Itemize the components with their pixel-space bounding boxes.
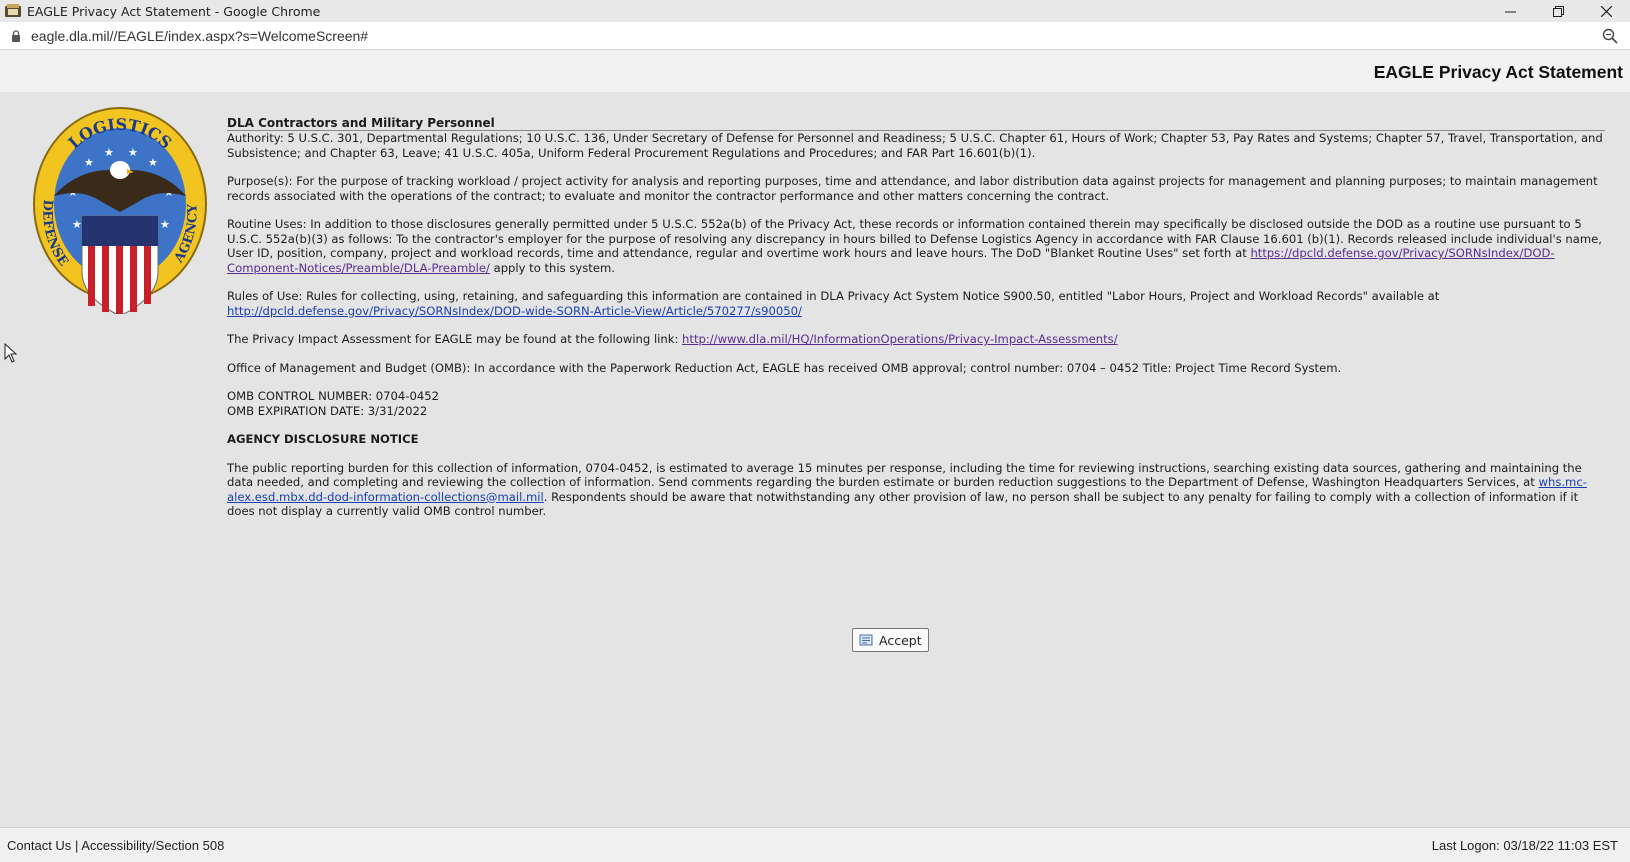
rules-of-use-text: Rules of Use: Rules for collecting, usin… xyxy=(227,289,1440,303)
accept-button[interactable]: Accept xyxy=(852,628,929,652)
url-text[interactable]: eagle.dla.mil//EAGLE/index.aspx?s=Welcom… xyxy=(31,28,368,44)
omb-paragraph: Office of Management and Budget (OMB): I… xyxy=(227,360,1342,375)
omb-expiration-date: OMB EXPIRATION DATE: 3/31/2022 xyxy=(227,403,428,418)
svg-text:★: ★ xyxy=(72,218,82,231)
accept-button-wrap: Accept xyxy=(852,628,929,652)
dla-logo: LOGISTICS DEFENSE AGENCY ★★ ★★ ★★ ★★ xyxy=(33,107,207,314)
pia-text: The Privacy Impact Assessment for EAGLE … xyxy=(227,332,683,346)
svg-text:★: ★ xyxy=(148,156,158,169)
lock-icon xyxy=(12,29,20,42)
svg-text:★: ★ xyxy=(128,146,138,159)
agency-disclosure-title: AGENCY DISCLOSURE NOTICE xyxy=(227,432,419,446)
minimize-button[interactable] xyxy=(1486,0,1534,22)
minimize-icon xyxy=(1504,11,1516,12)
accessibility-link[interactable]: Accessibility/Section 508 xyxy=(81,838,224,853)
address-bar[interactable]: eagle.dla.mil//EAGLE/index.aspx?s=Welcom… xyxy=(0,22,1630,50)
window-controls xyxy=(1486,0,1630,22)
last-logon: Last Logon: 03/18/22 11:03 EST xyxy=(1431,838,1618,853)
close-button[interactable] xyxy=(1582,0,1630,22)
omb-numbers: OMB CONTROL NUMBER: 0704-0452 OMB EXPIRAT… xyxy=(227,389,1605,418)
restore-button[interactable] xyxy=(1534,0,1582,22)
footer-links: Contact Us | Accessibility/Section 508 xyxy=(7,838,224,853)
pia-paragraph: The Privacy Impact Assessment for EAGLE … xyxy=(227,332,1605,347)
authority-paragraph: Authority: 5 U.S.C. 301, Departmental Re… xyxy=(227,131,1603,160)
page-title: EAGLE Privacy Act Statement xyxy=(1373,62,1623,82)
sorn-link[interactable]: http://dpcld.defense.gov/Privacy/SORNsIn… xyxy=(227,304,802,318)
accept-icon xyxy=(859,634,873,646)
mouse-cursor-icon xyxy=(4,343,18,363)
privacy-statement: DLA Contractors and Military Personnel A… xyxy=(227,116,1605,533)
rules-of-use-paragraph: Rules of Use: Rules for collecting, usin… xyxy=(227,289,1605,318)
zoom-icon[interactable] xyxy=(1602,28,1618,44)
footer: Contact Us | Accessibility/Section 508 L… xyxy=(0,827,1630,862)
svg-text:★: ★ xyxy=(104,146,114,159)
close-icon xyxy=(1600,5,1612,17)
section-title: DLA Contractors and Military Personnel xyxy=(227,116,1605,131)
restore-icon xyxy=(1552,5,1564,17)
svg-text:★: ★ xyxy=(84,156,94,169)
footer-separator: | xyxy=(74,838,79,853)
app-icon xyxy=(5,4,21,17)
agency-disclosure-paragraph: The public reporting burden for this col… xyxy=(227,461,1605,519)
omb-control-number: OMB CONTROL NUMBER: 0704-0452 xyxy=(227,389,439,403)
purpose-paragraph: Purpose(s): For the purpose of tracking … xyxy=(227,174,1598,203)
notice-text: The public reporting burden for this col… xyxy=(227,460,1582,490)
accept-button-label: Accept xyxy=(879,632,922,648)
contact-us-link[interactable]: Contact Us xyxy=(7,838,71,853)
routine-uses-tail: apply to this system. xyxy=(489,260,615,275)
pia-link[interactable]: http://www.dla.mil/HQ/InformationOperati… xyxy=(682,332,1118,346)
window-title-bar: EAGLE Privacy Act Statement - Google Chr… xyxy=(0,0,1630,22)
main-content: LOGISTICS DEFENSE AGENCY ★★ ★★ ★★ ★★ xyxy=(0,92,1630,827)
window-title: EAGLE Privacy Act Statement - Google Chr… xyxy=(27,3,321,19)
svg-text:★: ★ xyxy=(160,218,170,231)
page-header: EAGLE Privacy Act Statement xyxy=(0,50,1630,92)
routine-uses-paragraph: Routine Uses: In addition to those discl… xyxy=(227,217,1605,275)
